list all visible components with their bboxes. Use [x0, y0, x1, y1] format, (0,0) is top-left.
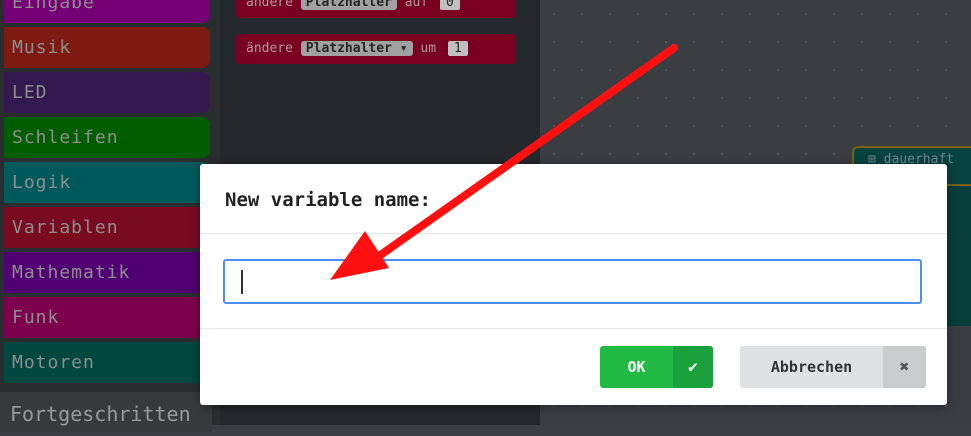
- change-by-block[interactable]: ändere Platzhalter ▾ um 1: [236, 34, 516, 64]
- variable-dropdown[interactable]: Platzhalter: [300, 0, 397, 10]
- new-variable-dialog: New variable name: OK ✔ Abbrechen ✖: [200, 164, 947, 405]
- cancel-button[interactable]: Abbrechen ✖: [740, 346, 926, 388]
- block-value[interactable]: 0: [440, 0, 460, 10]
- category-toolbox: Eingabe Musik LED Schleifen Logik Variab…: [0, 0, 220, 432]
- change-variable-block[interactable]: ändere Platzhalter auf 0: [236, 0, 516, 18]
- category-musik[interactable]: Musik: [4, 27, 210, 68]
- category-mathematik[interactable]: Mathematik: [4, 252, 210, 293]
- category-motoren[interactable]: Motoren: [4, 342, 210, 383]
- variable-name-input[interactable]: [223, 259, 922, 304]
- close-icon: ✖: [883, 346, 926, 388]
- category-led[interactable]: LED: [4, 72, 210, 113]
- category-eingabe[interactable]: Eingabe: [4, 0, 210, 23]
- category-fortgeschritten[interactable]: Fortgeschritten: [0, 392, 212, 432]
- block-prefix: ändere: [246, 0, 293, 10]
- category-logik[interactable]: Logik: [4, 162, 210, 203]
- text-caret: [241, 270, 243, 294]
- block-op: um: [420, 41, 437, 56]
- variable-dropdown[interactable]: Platzhalter ▾: [300, 41, 413, 56]
- dialog-title: New variable name:: [200, 164, 947, 234]
- category-schleifen[interactable]: Schleifen: [4, 117, 210, 158]
- cancel-button-label: Abbrechen: [770, 358, 853, 376]
- block-prefix: ändere: [246, 41, 293, 56]
- checkmark-icon: ✔: [673, 346, 713, 388]
- category-funk[interactable]: Funk: [4, 297, 210, 338]
- ok-button[interactable]: OK ✔: [600, 346, 713, 388]
- block-value[interactable]: 1: [447, 41, 468, 56]
- ok-button-label: OK: [627, 358, 646, 376]
- category-variablen[interactable]: Variablen: [4, 207, 210, 248]
- dialog-body: [200, 234, 947, 329]
- block-op: auf: [404, 0, 429, 10]
